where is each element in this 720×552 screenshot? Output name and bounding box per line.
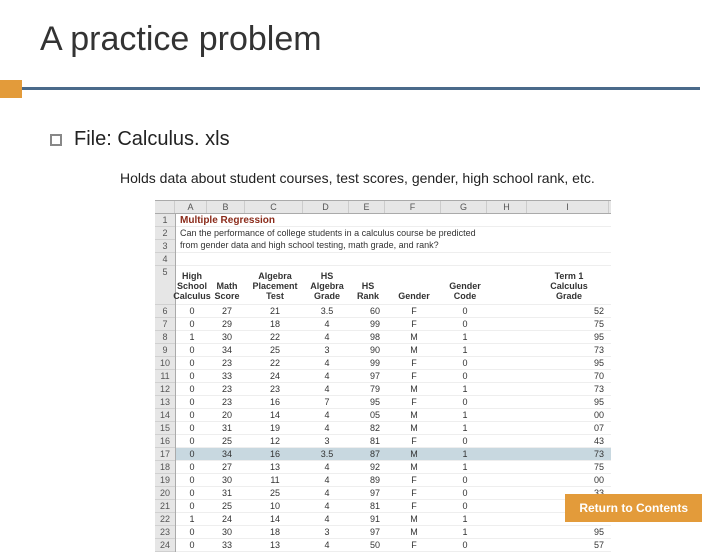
table-row: 034163.587M173 bbox=[176, 448, 611, 461]
col-letter: F bbox=[385, 201, 441, 213]
table-row: 02510481F037 bbox=[176, 500, 611, 513]
spreadsheet: A B C D E F G H I 1234567891011121314151… bbox=[155, 200, 611, 552]
table-row: 03313450F057 bbox=[176, 539, 611, 552]
column-header-row: A B C D E F G H I bbox=[155, 200, 611, 214]
col-letter: A bbox=[175, 201, 207, 213]
col-letter: B bbox=[207, 201, 245, 213]
description: Holds data about student courses, test s… bbox=[120, 170, 595, 186]
col-letter: G bbox=[441, 201, 487, 213]
col-letter: E bbox=[349, 201, 385, 213]
cells-area: Multiple Regression Can the performance … bbox=[176, 214, 611, 552]
table-row: 02512381F043 bbox=[176, 435, 611, 448]
table-row: 02014405M100 bbox=[176, 409, 611, 422]
slide-title: A practice problem bbox=[0, 0, 720, 69]
table-row: 03425390M173 bbox=[176, 344, 611, 357]
col-letter: C bbox=[245, 201, 303, 213]
file-bullet: File: Calculus. xls bbox=[50, 128, 230, 151]
table-row: 02316795F095 bbox=[176, 396, 611, 409]
col-letter: I bbox=[527, 201, 609, 213]
blank-row bbox=[176, 253, 611, 266]
table-row: 12414491M173 bbox=[176, 513, 611, 526]
table-row: 03018397M195 bbox=[176, 526, 611, 539]
data-header-row: High School Calculus Math Score Algebra … bbox=[176, 266, 611, 305]
table-row: 13022498M195 bbox=[176, 331, 611, 344]
row-numbers: 123456789101112131415161718192021222324 bbox=[155, 214, 176, 552]
table-row: 027213.560F052 bbox=[176, 305, 611, 318]
accent-bar bbox=[0, 80, 22, 98]
col-letter: H bbox=[487, 201, 527, 213]
intro-text: Can the performance of college students … bbox=[176, 227, 611, 253]
table-row: 03125497F033 bbox=[176, 487, 611, 500]
table-row: 02323479M173 bbox=[176, 383, 611, 396]
regression-title: Multiple Regression bbox=[176, 214, 611, 227]
table-row: 02918499F075 bbox=[176, 318, 611, 331]
table-row: 02322499F095 bbox=[176, 357, 611, 370]
return-button[interactable]: Return to Contents bbox=[565, 494, 702, 522]
table-row: 02713492M175 bbox=[176, 461, 611, 474]
table-row: 03324497F070 bbox=[176, 370, 611, 383]
divider bbox=[22, 87, 700, 90]
col-letter: D bbox=[303, 201, 349, 213]
table-row: 03119482M107 bbox=[176, 422, 611, 435]
bullet-icon bbox=[50, 134, 62, 146]
file-label: File: Calculus. xls bbox=[74, 128, 230, 151]
table-row: 03011489F000 bbox=[176, 474, 611, 487]
